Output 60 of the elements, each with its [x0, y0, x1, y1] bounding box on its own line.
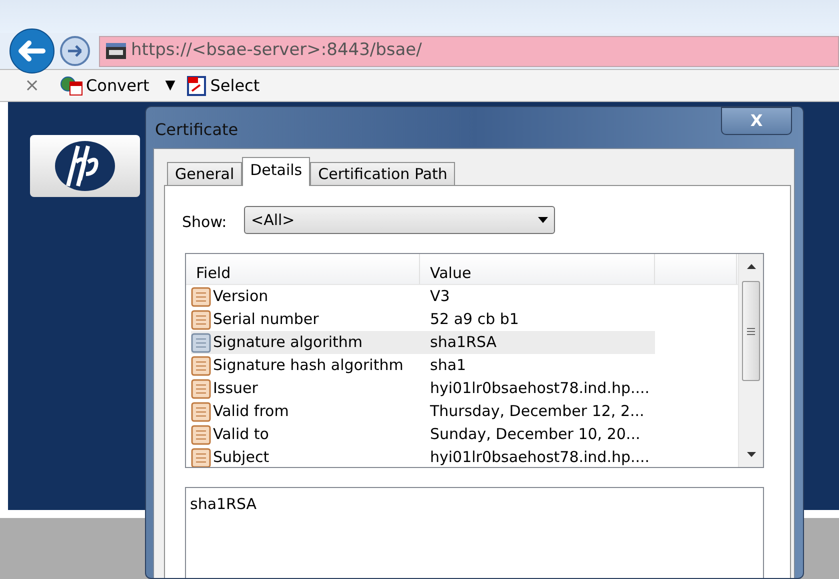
field-cell-text: Valid from: [212, 401, 290, 422]
field-cell-text: Version: [212, 286, 270, 308]
back-icon[interactable]: [9, 28, 55, 74]
caret-icon: [538, 217, 548, 223]
field-cell-text: Issuer: [212, 378, 259, 400]
window-title: Certificate: [155, 119, 238, 141]
field-icon: [191, 356, 211, 376]
scroll-thumb[interactable]: [742, 281, 760, 381]
value-cell-text: 52 a9 cb b1: [429, 309, 519, 330]
field-cell-text: Signature hash algorithm: [212, 355, 404, 376]
dropdown-button[interactable]: ▼: [165, 76, 176, 96]
table-row[interactable]: Signature hash algorithm sha1: [191, 354, 655, 377]
field-icon: [191, 378, 211, 398]
value-cell-text: Thursday, December 12, 2...: [429, 401, 644, 422]
field-cell-text: Serial number: [212, 309, 320, 330]
scroll-up-icon[interactable]: [747, 264, 756, 269]
select-button[interactable]: Select: [187, 74, 260, 98]
field-cell-text: Valid to: [212, 424, 270, 446]
value-cell-text: sha1RSA: [429, 332, 497, 354]
convert-button[interactable]: Convert: [60, 74, 150, 98]
show-label: Show:: [182, 212, 227, 233]
table-row[interactable]: Valid to Sunday, December 10, 20...: [191, 423, 655, 446]
site-icon: [106, 43, 126, 59]
column-header[interactable]: Value: [420, 254, 655, 284]
table-row[interactable]: Issuer hyi01lr0bsaehost78.ind.hp....: [191, 377, 655, 400]
show-dropdown[interactable]: <All>: [244, 206, 555, 234]
document-icon: [187, 76, 208, 96]
scrollbar[interactable]: [738, 254, 763, 467]
value-box[interactable]: sha1RSA: [185, 487, 764, 578]
value-cell-text: Sunday, December 10, 20...: [429, 424, 640, 446]
value-cell-text: V3: [429, 286, 450, 308]
field-icon: [191, 310, 211, 330]
close-button[interactable]: ×: [22, 72, 42, 99]
field-cell-text: Signature algorithm: [212, 332, 364, 354]
value-cell-text: hyi01lr0bsaehost78.ind.hp....: [429, 447, 650, 467]
field-icon: [191, 286, 211, 306]
table-row[interactable]: Version V3: [191, 285, 655, 308]
value-cell-text: hyi01lr0bsaehost78.ind.hp....: [429, 378, 650, 400]
globe-document-icon: [60, 76, 84, 96]
grip-icon: [747, 328, 755, 334]
field-cell-text: Subject: [212, 447, 270, 467]
scroll-down-icon[interactable]: [747, 452, 756, 457]
address-field[interactable]: https://<bsae-server>:8443/bsae/: [99, 36, 839, 66]
table-row[interactable]: Serial number 52 a9 cb b1: [191, 308, 655, 331]
tab[interactable]: Details: [242, 157, 310, 186]
url-text: https://<bsae-server>:8443/bsae/: [131, 39, 422, 62]
value-cell-text: sha1: [429, 355, 466, 376]
forward-icon[interactable]: [59, 35, 91, 67]
column-header[interactable]: Field: [186, 254, 420, 284]
field-icon: [191, 424, 211, 444]
tab[interactable]: General: [167, 162, 242, 187]
field-icon: [191, 332, 211, 352]
field-icon: [191, 448, 211, 467]
table-row[interactable]: Valid from Thursday, December 12, 2...: [191, 400, 655, 423]
table-row[interactable]: Subject hyi01lr0bsaehost78.ind.hp....: [191, 446, 655, 467]
tab[interactable]: Certification Path: [310, 162, 456, 187]
table-row[interactable]: Signature algorithm sha1RSA: [191, 331, 655, 354]
field-icon: [191, 402, 211, 422]
logo-icon: [54, 140, 116, 192]
value-text: sha1RSA: [190, 495, 257, 513]
